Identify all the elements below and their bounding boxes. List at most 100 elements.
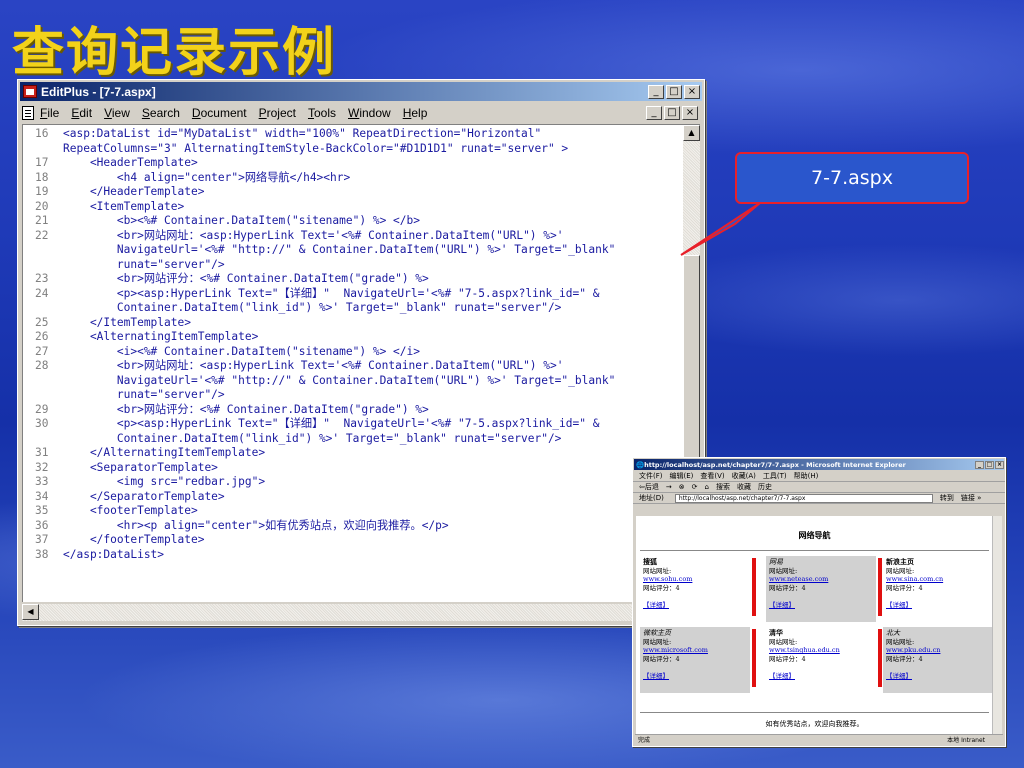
code-text: </AlternatingItemTemplate>: [63, 446, 266, 459]
line-number: 33: [35, 475, 49, 488]
scroll-left-arrow-icon[interactable]: ◀: [22, 604, 39, 620]
code-line[interactable]: 31 </AlternatingItemTemplate>: [23, 446, 683, 461]
doc-restore-button[interactable]: □: [664, 106, 680, 120]
code-line[interactable]: 17 <HeaderTemplate>: [23, 156, 683, 171]
editplus-titlebar[interactable]: EditPlus - [7-7.aspx] _ □ ×: [20, 82, 702, 101]
code-line[interactable]: NavigateUrl='<%# "http://" & Container.D…: [23, 374, 683, 389]
minimize-button[interactable]: _: [648, 84, 664, 99]
ie-menu-favorites[interactable]: 收藏(A): [732, 471, 756, 481]
line-number: 34: [35, 489, 49, 503]
refresh-button[interactable]: ⟳: [692, 483, 698, 491]
code-line[interactable]: 26 <AlternatingItemTemplate>: [23, 330, 683, 345]
ie-menu-view[interactable]: 查看(V): [700, 471, 724, 481]
code-line[interactable]: 24 <p><asp:HyperLink Text="【详细】" Navigat…: [23, 287, 683, 302]
code-line[interactable]: RepeatColumns="3" AlternatingItemStyle-B…: [23, 142, 683, 157]
code-line[interactable]: 16 <asp:DataList id="MyDataList" width="1…: [23, 127, 683, 142]
code-line[interactable]: 29 <br>网站评分：<%# Container.DataItem("grad…: [23, 403, 683, 418]
page-footer: 如有优秀站点，欢迎向我推荐。: [765, 720, 864, 728]
site-detail-link[interactable]: 【详细】: [886, 601, 993, 610]
forward-button[interactable]: →: [666, 483, 672, 491]
address-input[interactable]: http://localhost/asp.net/chapter7/7-7.as…: [674, 493, 933, 503]
site-detail-link[interactable]: 【详细】: [643, 672, 750, 681]
site-detail-link[interactable]: 【详细】: [886, 672, 993, 681]
code-line[interactable]: 18 <h4 align="center">网络导航</h4><hr>: [23, 171, 683, 186]
code-line[interactable]: 37 </footerTemplate>: [23, 533, 683, 548]
history-button[interactable]: 历史: [758, 482, 772, 492]
code-line[interactable]: runat="server"/>: [23, 388, 683, 403]
site-detail-link[interactable]: 【详细】: [643, 601, 750, 610]
site-url-link[interactable]: www.sina.com.cn: [886, 575, 993, 584]
code-text: </asp:DataList>: [63, 547, 165, 561]
code-line[interactable]: Container.DataItem("link_id") %>' Target…: [23, 301, 683, 316]
ie-close-button[interactable]: ×: [995, 460, 1004, 469]
back-button[interactable]: ⇦后退: [639, 482, 659, 492]
menu-help[interactable]: Help: [403, 106, 428, 120]
stop-button[interactable]: ⊗: [679, 483, 685, 491]
home-button[interactable]: ⌂: [705, 483, 709, 491]
line-number: 35: [35, 504, 49, 517]
doc-close-button[interactable]: ×: [682, 106, 698, 120]
code-line[interactable]: runat="server"/>: [23, 258, 683, 273]
menu-search[interactable]: Search: [142, 106, 180, 120]
links-button[interactable]: 链接 »: [961, 493, 982, 503]
code-line[interactable]: 21 <b><%# Container.DataItem("sitename")…: [23, 214, 683, 229]
code-line[interactable]: 33 <img src="redbar.jpg">: [23, 475, 683, 490]
ie-minimize-button[interactable]: _: [975, 460, 984, 469]
code-line[interactable]: 35 <footerTemplate>: [23, 504, 683, 519]
code-line[interactable]: 23 <br>网站评分：<%# Container.DataItem("grad…: [23, 272, 683, 287]
close-button[interactable]: ×: [684, 84, 700, 99]
site-detail-link[interactable]: 【详细】: [769, 672, 876, 681]
search-button[interactable]: 搜索: [716, 482, 730, 492]
site-detail-link[interactable]: 【详细】: [769, 601, 876, 610]
ie-menu-file[interactable]: 文件(F): [639, 471, 663, 481]
ie-maximize-button[interactable]: □: [985, 460, 994, 469]
menu-window[interactable]: Window: [348, 106, 391, 120]
site-name: 微软主页: [643, 629, 671, 637]
maximize-button[interactable]: □: [666, 84, 682, 99]
ie-statusbar: 完成 本地 Intranet: [635, 734, 1003, 744]
code-line[interactable]: 28 <br>网站网址：<asp:HyperLink Text='<%# Con…: [23, 359, 683, 374]
code-line[interactable]: 30 <p><asp:HyperLink Text="【详细】" Navigat…: [23, 417, 683, 432]
scroll-up-arrow-icon[interactable]: ▲: [683, 125, 700, 141]
menu-document[interactable]: Document: [192, 106, 247, 120]
menu-file[interactable]: File: [40, 106, 59, 120]
code-line[interactable]: 27 <i><%# Container.DataItem("sitename")…: [23, 345, 683, 360]
code-line[interactable]: 25 </ItemTemplate>: [23, 316, 683, 331]
address-label: 地址(D): [639, 494, 664, 502]
code-line[interactable]: Container.DataItem("link_id") %>' Target…: [23, 432, 683, 447]
document-icon[interactable]: [22, 106, 34, 120]
code-line[interactable]: 22 <br>网站网址：<asp:HyperLink Text='<%# Con…: [23, 229, 683, 244]
code-lines[interactable]: 16 <asp:DataList id="MyDataList" width="1…: [23, 127, 683, 562]
site-grade: 网站评分：4: [769, 654, 806, 663]
favorites-button[interactable]: 收藏: [737, 482, 751, 492]
scrollbar-thumb[interactable]: [683, 255, 700, 465]
ie-menu-help[interactable]: 帮助(H): [794, 471, 819, 481]
line-number: [23, 142, 63, 157]
menu-project[interactable]: Project: [259, 106, 296, 120]
code-line[interactable]: 36 <hr><p align="center">如有优秀站点，欢迎向我推荐。<…: [23, 519, 683, 534]
code-line[interactable]: 19 </HeaderTemplate>: [23, 185, 683, 200]
code-line[interactable]: 20 <ItemTemplate>: [23, 200, 683, 215]
ie-menu-edit[interactable]: 编辑(E): [670, 471, 694, 481]
site-url-link[interactable]: www.tsinghua.edu.cn: [769, 646, 876, 655]
site-url-link[interactable]: www.sohu.com: [643, 575, 750, 584]
menu-view[interactable]: View: [104, 106, 130, 120]
code-line[interactable]: NavigateUrl='<%# "http://" & Container.D…: [23, 243, 683, 258]
ie-menu-tools[interactable]: 工具(T): [763, 471, 787, 481]
code-line[interactable]: 34 </SeparatorTemplate>: [23, 490, 683, 505]
line-number: [23, 258, 63, 273]
go-button[interactable]: 转到: [940, 493, 954, 503]
menu-edit[interactable]: Edit: [71, 106, 92, 120]
code-editor[interactable]: 16 <asp:DataList id="MyDataList" width="1…: [22, 124, 700, 603]
site-url-link[interactable]: www.pku.edu.cn: [886, 646, 993, 655]
menu-tools[interactable]: Tools: [308, 106, 336, 120]
line-number: 29: [35, 402, 49, 416]
ie-titlebar[interactable]: 🌐 http://localhost/asp.net/chapter7/7-7.…: [634, 459, 1004, 470]
doc-minimize-button[interactable]: _: [646, 106, 662, 120]
code-line[interactable]: 32 <SeparatorTemplate>: [23, 461, 683, 476]
ie-vertical-scrollbar[interactable]: [992, 516, 1002, 734]
site-url-link[interactable]: www.netease.com: [769, 575, 876, 584]
site-url-link[interactable]: www.microsoft.com: [643, 646, 750, 655]
horizontal-scrollbar[interactable]: ◀: [22, 604, 700, 621]
code-line[interactable]: 38 </asp:DataList>: [23, 548, 683, 563]
